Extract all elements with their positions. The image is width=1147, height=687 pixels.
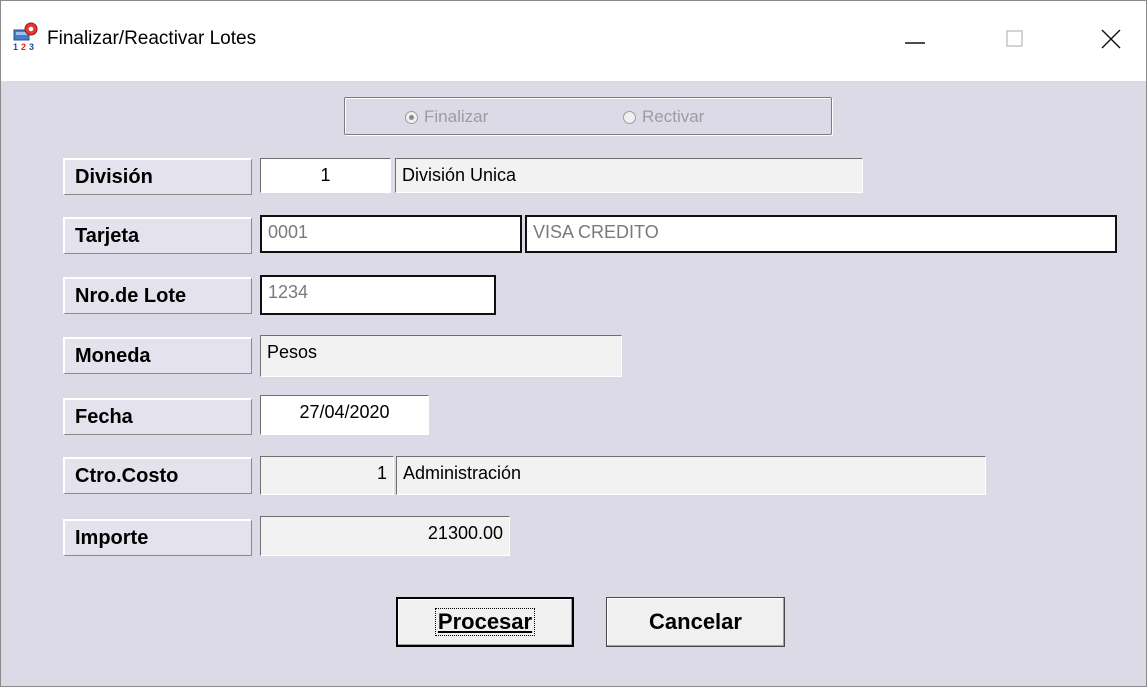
division-code-field[interactable]: 1 [260, 158, 391, 193]
procesar-button-label: Procesar [434, 608, 536, 636]
division-name-field: División Unica [395, 158, 863, 193]
tarjeta-name-field: VISA CREDITO [525, 215, 1117, 253]
radio-unchecked-icon [623, 110, 636, 124]
svg-text:2: 2 [21, 42, 26, 51]
ctro-costo-label: Ctro.Costo [63, 457, 252, 494]
radio-rectivar-label: Rectivar [642, 107, 705, 126]
cancelar-button[interactable]: Cancelar [606, 597, 785, 647]
tarjeta-label: Tarjeta [63, 217, 252, 254]
cancelar-button-label: Cancelar [649, 609, 742, 634]
fecha-label: Fecha [63, 398, 252, 435]
fecha-field[interactable]: 27/04/2020 [260, 395, 429, 435]
radio-rectivar[interactable]: Rectivar [623, 107, 704, 127]
radio-checked-icon [405, 110, 418, 124]
radio-finalizar-label: Finalizar [424, 107, 489, 126]
svg-text:3: 3 [29, 42, 34, 51]
mode-radio-group: Finalizar Rectivar [344, 97, 832, 135]
close-icon [1101, 29, 1121, 49]
division-label: División [63, 158, 252, 195]
lote-field[interactable]: 1234 [260, 275, 496, 315]
svg-text:1: 1 [13, 42, 18, 51]
ctro-costo-code-field[interactable]: 1 [260, 456, 394, 495]
moneda-field[interactable]: Pesos [260, 335, 622, 377]
window-title: Finalizar/Reactivar Lotes [47, 28, 257, 49]
title-bar[interactable]: 1 2 3 Finalizar/Reactivar Lotes [1, 1, 1146, 81]
ctro-costo-name-field: Administración [396, 456, 986, 495]
importe-label: Importe [63, 519, 252, 556]
minimize-button[interactable] [893, 21, 937, 57]
radio-finalizar[interactable]: Finalizar [405, 107, 488, 127]
dialog-window: 1 2 3 Finalizar/Reactivar Lotes Finaliza… [0, 0, 1147, 687]
minimize-icon [905, 42, 925, 44]
close-button[interactable] [1089, 21, 1133, 57]
moneda-label: Moneda [63, 337, 252, 374]
lote-label: Nro.de Lote [63, 277, 252, 314]
tarjeta-code-field[interactable]: 0001 [260, 215, 522, 253]
maximize-button[interactable] [993, 21, 1037, 57]
procesar-button[interactable]: Procesar [396, 597, 574, 647]
maximize-icon [1006, 30, 1023, 47]
importe-field[interactable]: 21300.00 [260, 516, 510, 556]
app-lotes-icon: 1 2 3 [13, 22, 38, 51]
